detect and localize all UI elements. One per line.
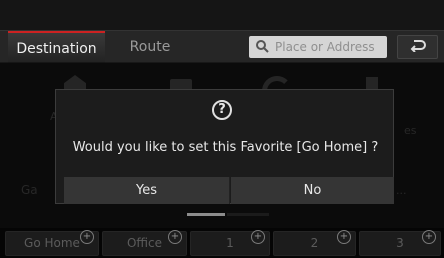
search-icon xyxy=(255,39,271,55)
tab-destination[interactable]: Destination xyxy=(8,31,105,63)
status-bar xyxy=(0,0,444,30)
back-icon xyxy=(409,37,427,56)
confirm-dialog: ? Would you like to set this Favorite [G… xyxy=(55,89,394,204)
search-placeholder: Place or Address xyxy=(275,40,375,54)
back-button[interactable] xyxy=(397,35,438,59)
question-icon: ? xyxy=(212,100,232,120)
top-tab-bar: Destination Route Place or Address xyxy=(0,30,444,64)
yes-button[interactable]: Yes xyxy=(64,177,230,204)
search-input[interactable]: Place or Address xyxy=(249,36,387,58)
no-button[interactable]: No xyxy=(231,177,394,204)
tab-route[interactable]: Route xyxy=(115,31,185,63)
dialog-message: Would you like to set this Favorite [Go … xyxy=(72,140,379,155)
